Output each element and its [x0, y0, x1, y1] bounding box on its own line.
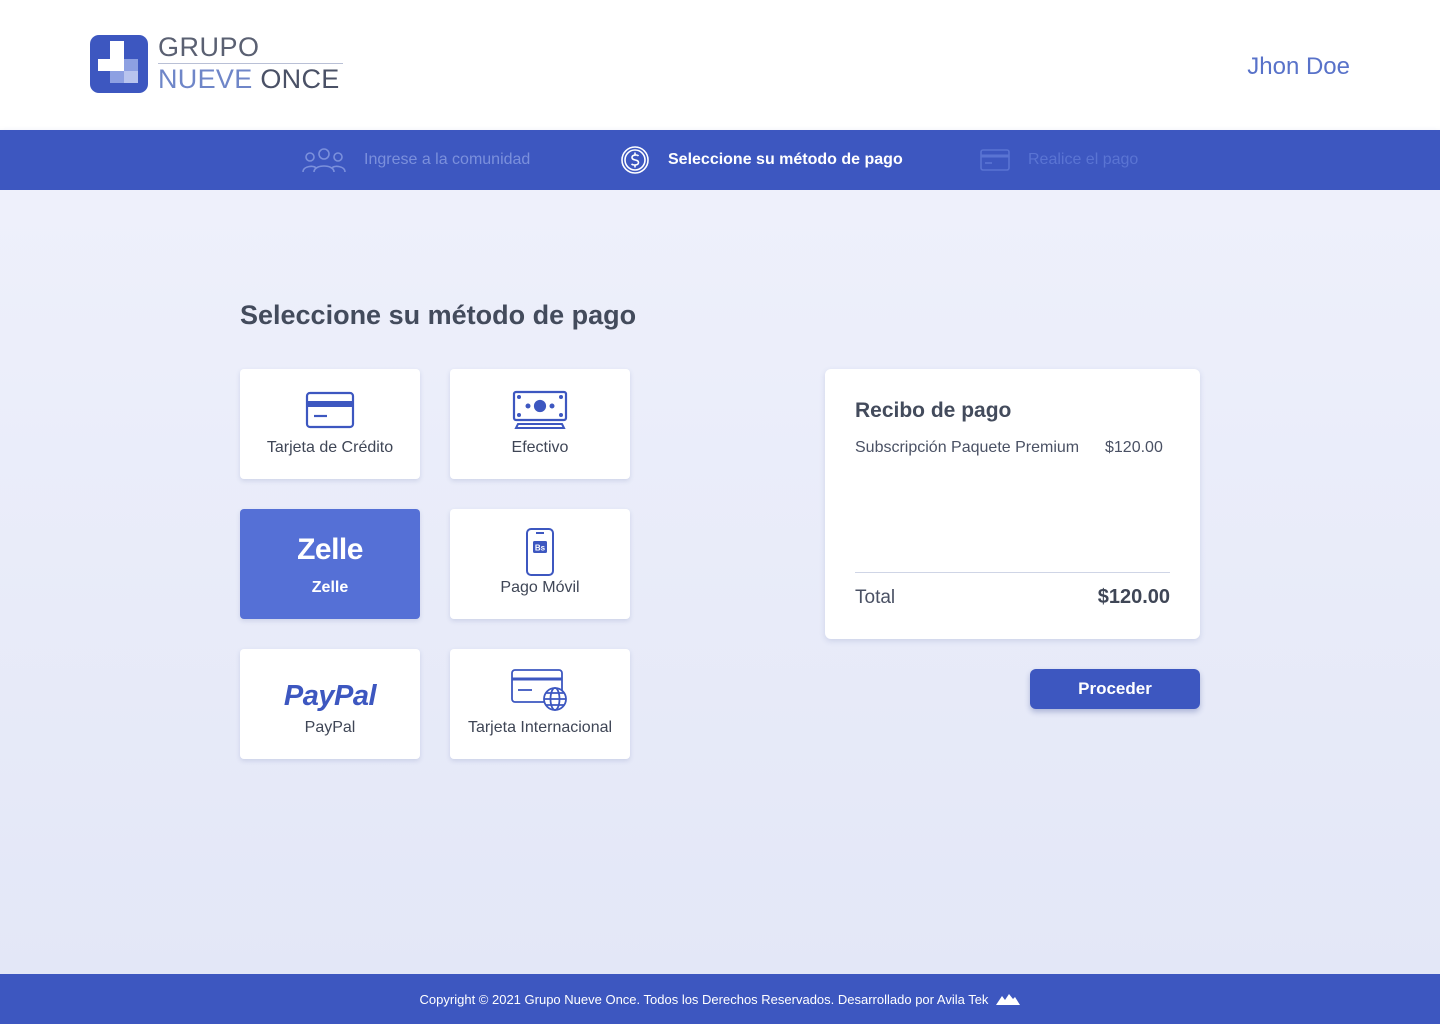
payment-method-zelle[interactable]: Zelle Zelle [240, 509, 420, 619]
mobile-icon-text: Bs [535, 544, 546, 553]
cash-icon [450, 389, 630, 431]
logo-mark-icon [90, 34, 148, 93]
method-label: Tarjeta de Crédito [266, 439, 394, 456]
card-icon [980, 149, 1010, 171]
community-icon [302, 147, 346, 173]
logo-line2: NUEVE ONCE [158, 66, 343, 93]
logo-line2-part1: NUEVE [158, 64, 253, 94]
payment-method-paypal[interactable]: PayPal PayPal [240, 649, 420, 759]
footer-copyright: Copyright © 2021 Grupo Nueve Once. Todos… [419, 991, 989, 1007]
method-label: PayPal [304, 719, 356, 736]
logo-text: GRUPO NUEVE ONCE [158, 34, 343, 93]
receipt-title: Recibo de pago [855, 399, 1012, 422]
footer: Copyright © 2021 Grupo Nueve Once. Todos… [0, 974, 1440, 1024]
header: GRUPO NUEVE ONCE Jhon Doe [0, 0, 1440, 130]
method-label: Tarjeta Internacional [467, 719, 613, 736]
payment-method-international-card[interactable]: Tarjeta Internacional [450, 649, 630, 759]
user-name[interactable]: Jhon Doe [1247, 53, 1350, 81]
mobile-payment-icon: Bs [450, 527, 630, 577]
zelle-logo: Zelle [240, 529, 420, 571]
receipt-item-name: Subscripción Paquete Premium [855, 439, 1080, 456]
paypal-logo: PayPal [240, 675, 420, 717]
receipt-card: Recibo de pago Subscripción Paquete Prem… [825, 369, 1200, 639]
credit-card-icon [240, 389, 420, 431]
stepper: Ingrese a la comunidad Seleccione su mét… [0, 130, 1440, 190]
receipt-divider [855, 572, 1170, 573]
logo-line1: GRUPO [158, 34, 343, 64]
page-title: Seleccione su método de pago [240, 300, 637, 330]
payment-method-mobile[interactable]: Bs Pago Móvil [450, 509, 630, 619]
step-label: Realice el pago [1028, 151, 1139, 168]
step-community[interactable]: Ingrese a la comunidad [302, 130, 530, 190]
payment-method-credit-card[interactable]: Tarjeta de Crédito [240, 369, 420, 479]
payment-method-cash[interactable]: Efectivo [450, 369, 630, 479]
main-content: Seleccione su método de pago Tarjeta de … [0, 190, 1440, 974]
dollar-coin-icon [620, 145, 650, 175]
receipt-item-price: $120.00 [1105, 439, 1163, 456]
step-payment-method[interactable]: Seleccione su método de pago [620, 130, 903, 190]
proceed-button[interactable]: Proceder [1030, 669, 1200, 709]
method-label: Efectivo [511, 439, 569, 456]
avila-tek-mountain-icon[interactable] [996, 993, 1021, 1005]
method-label: Zelle [311, 579, 349, 596]
method-label: Pago Móvil [500, 579, 580, 596]
step-label: Ingrese a la comunidad [364, 151, 531, 168]
international-card-icon [450, 669, 630, 711]
receipt-total-label: Total [855, 587, 896, 608]
step-make-payment[interactable]: Realice el pago [980, 130, 1138, 190]
receipt-total-value: $120.00 [1097, 586, 1170, 608]
logo[interactable]: GRUPO NUEVE ONCE [90, 34, 343, 93]
step-label: Seleccione su método de pago [668, 151, 903, 168]
paypal-logo-text: PayPal [283, 679, 377, 712]
logo-line2-part2: ONCE [260, 64, 340, 94]
zelle-logo-text: Zelle [297, 533, 363, 566]
